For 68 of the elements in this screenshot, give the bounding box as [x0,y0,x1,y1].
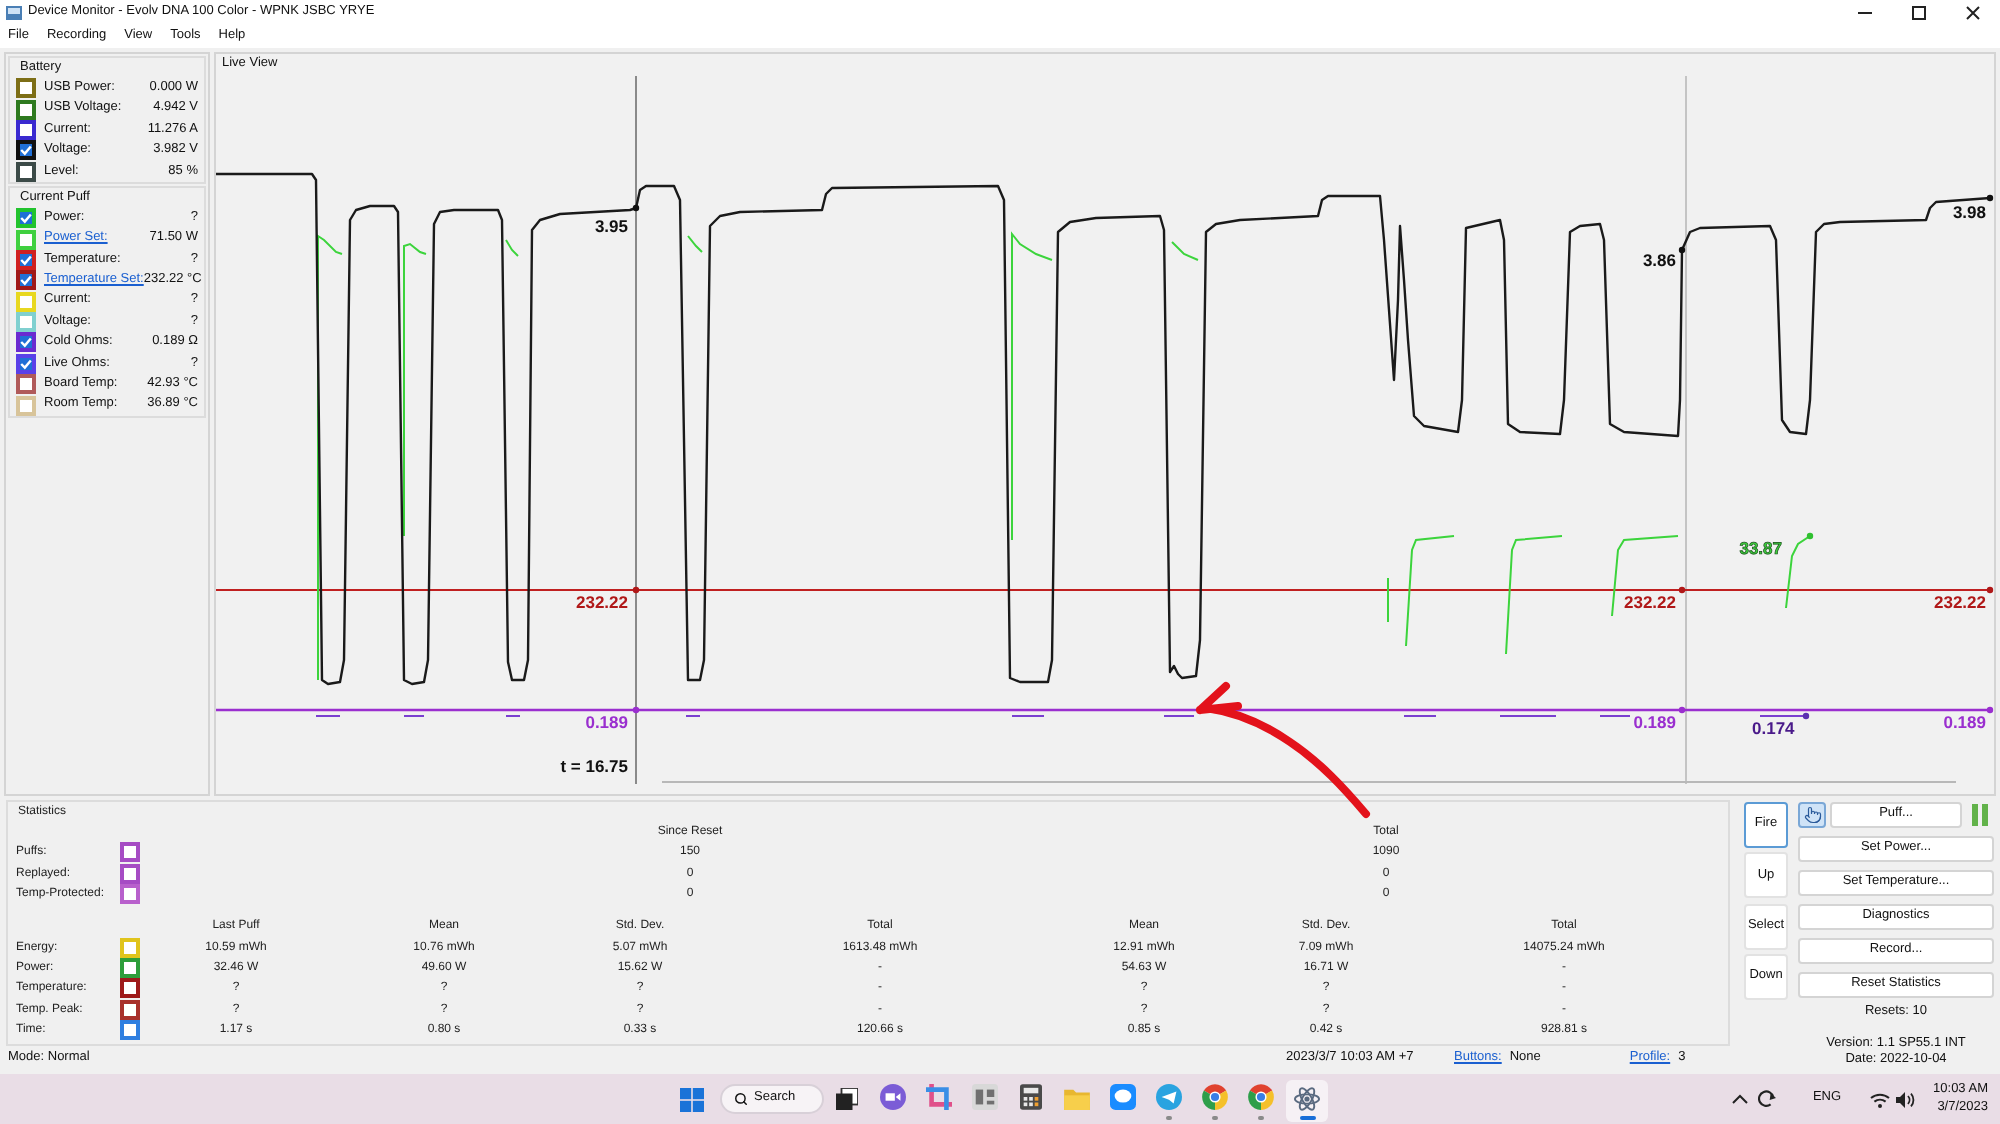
ohms-reading: 0.189 [1633,712,1676,732]
app-icon[interactable] [972,1084,998,1110]
sync-icon[interactable] [1758,1090,1777,1108]
ohms-reading: 0.189 [1943,712,1986,732]
checkbox[interactable] [16,353,36,374]
point-marker-icon [1986,706,1994,714]
voltage-reading: 3.86 [1642,250,1676,270]
start-icon[interactable] [680,1087,704,1111]
checkbox[interactable] [120,842,140,863]
video-chat-icon[interactable] [880,1084,906,1110]
ohms-reading: 0.174 [1752,718,1795,738]
checkmark-icon [20,144,32,157]
checkmark-icon [20,212,32,225]
pointer-icon [1803,806,1821,824]
point-marker-icon [1806,532,1814,540]
taskbar-button[interactable] [1286,1080,1328,1122]
wifi-icon[interactable] [1869,1091,1890,1107]
checkbox[interactable] [120,884,140,905]
pointer-toggle[interactable] [1798,802,1826,828]
browser-icon[interactable] [1202,1084,1228,1110]
checkbox[interactable] [16,140,36,161]
point-marker-icon [1678,706,1686,714]
checkbox[interactable] [16,208,36,229]
close-icon [1966,5,1980,19]
point-marker-icon [632,204,640,212]
chat-app-icon[interactable] [1110,1084,1136,1110]
checkbox[interactable] [16,78,36,99]
power-reading: 33.87 [1739,538,1782,558]
checkbox[interactable] [120,957,140,978]
voltage-reading: 3.98 [1952,202,1986,222]
checkbox[interactable] [16,249,36,270]
checkbox[interactable] [16,119,36,140]
checkbox[interactable] [16,99,36,120]
temperature-reading: 232.22 [576,592,628,612]
point-marker-icon [632,706,640,714]
checkbox[interactable] [120,978,140,999]
checkbox[interactable] [16,270,36,291]
crop-icon[interactable] [926,1084,952,1110]
atom-icon[interactable] [1294,1086,1320,1112]
checkbox[interactable] [120,1019,140,1040]
calculator-icon[interactable] [1020,1084,1042,1110]
minimize-icon [1858,11,1872,13]
paper-plane-icon[interactable] [1156,1084,1182,1110]
search-icon [734,1092,748,1106]
browser-icon[interactable] [1248,1084,1274,1110]
checkbox[interactable] [16,332,36,353]
point-marker-icon [1802,712,1810,720]
checkbox[interactable] [120,863,140,884]
chevron-up-icon[interactable] [1732,1094,1749,1104]
checkbox[interactable] [16,229,36,250]
temperature-reading: 232.22 [1934,592,1986,612]
checkbox[interactable] [120,999,140,1020]
scroll-track[interactable] [661,781,1957,783]
point-marker-icon [1986,586,1994,594]
speaker-icon[interactable] [1895,1091,1916,1107]
window-stack-icon[interactable] [836,1088,858,1110]
checkbox[interactable] [16,161,36,182]
point-marker-icon [1678,586,1686,594]
point-marker-icon [632,586,640,594]
time-reading: t = 16.75 [560,756,628,776]
point-marker-icon [1986,194,1994,202]
point-marker-icon [1678,246,1686,254]
ohms-reading: 0.189 [585,712,628,732]
maximize-icon [1912,5,1926,19]
checkbox[interactable] [16,374,36,395]
app-icon [6,5,22,19]
temperature-reading: 232.22 [1624,592,1676,612]
voltage-reading: 3.95 [594,216,628,236]
